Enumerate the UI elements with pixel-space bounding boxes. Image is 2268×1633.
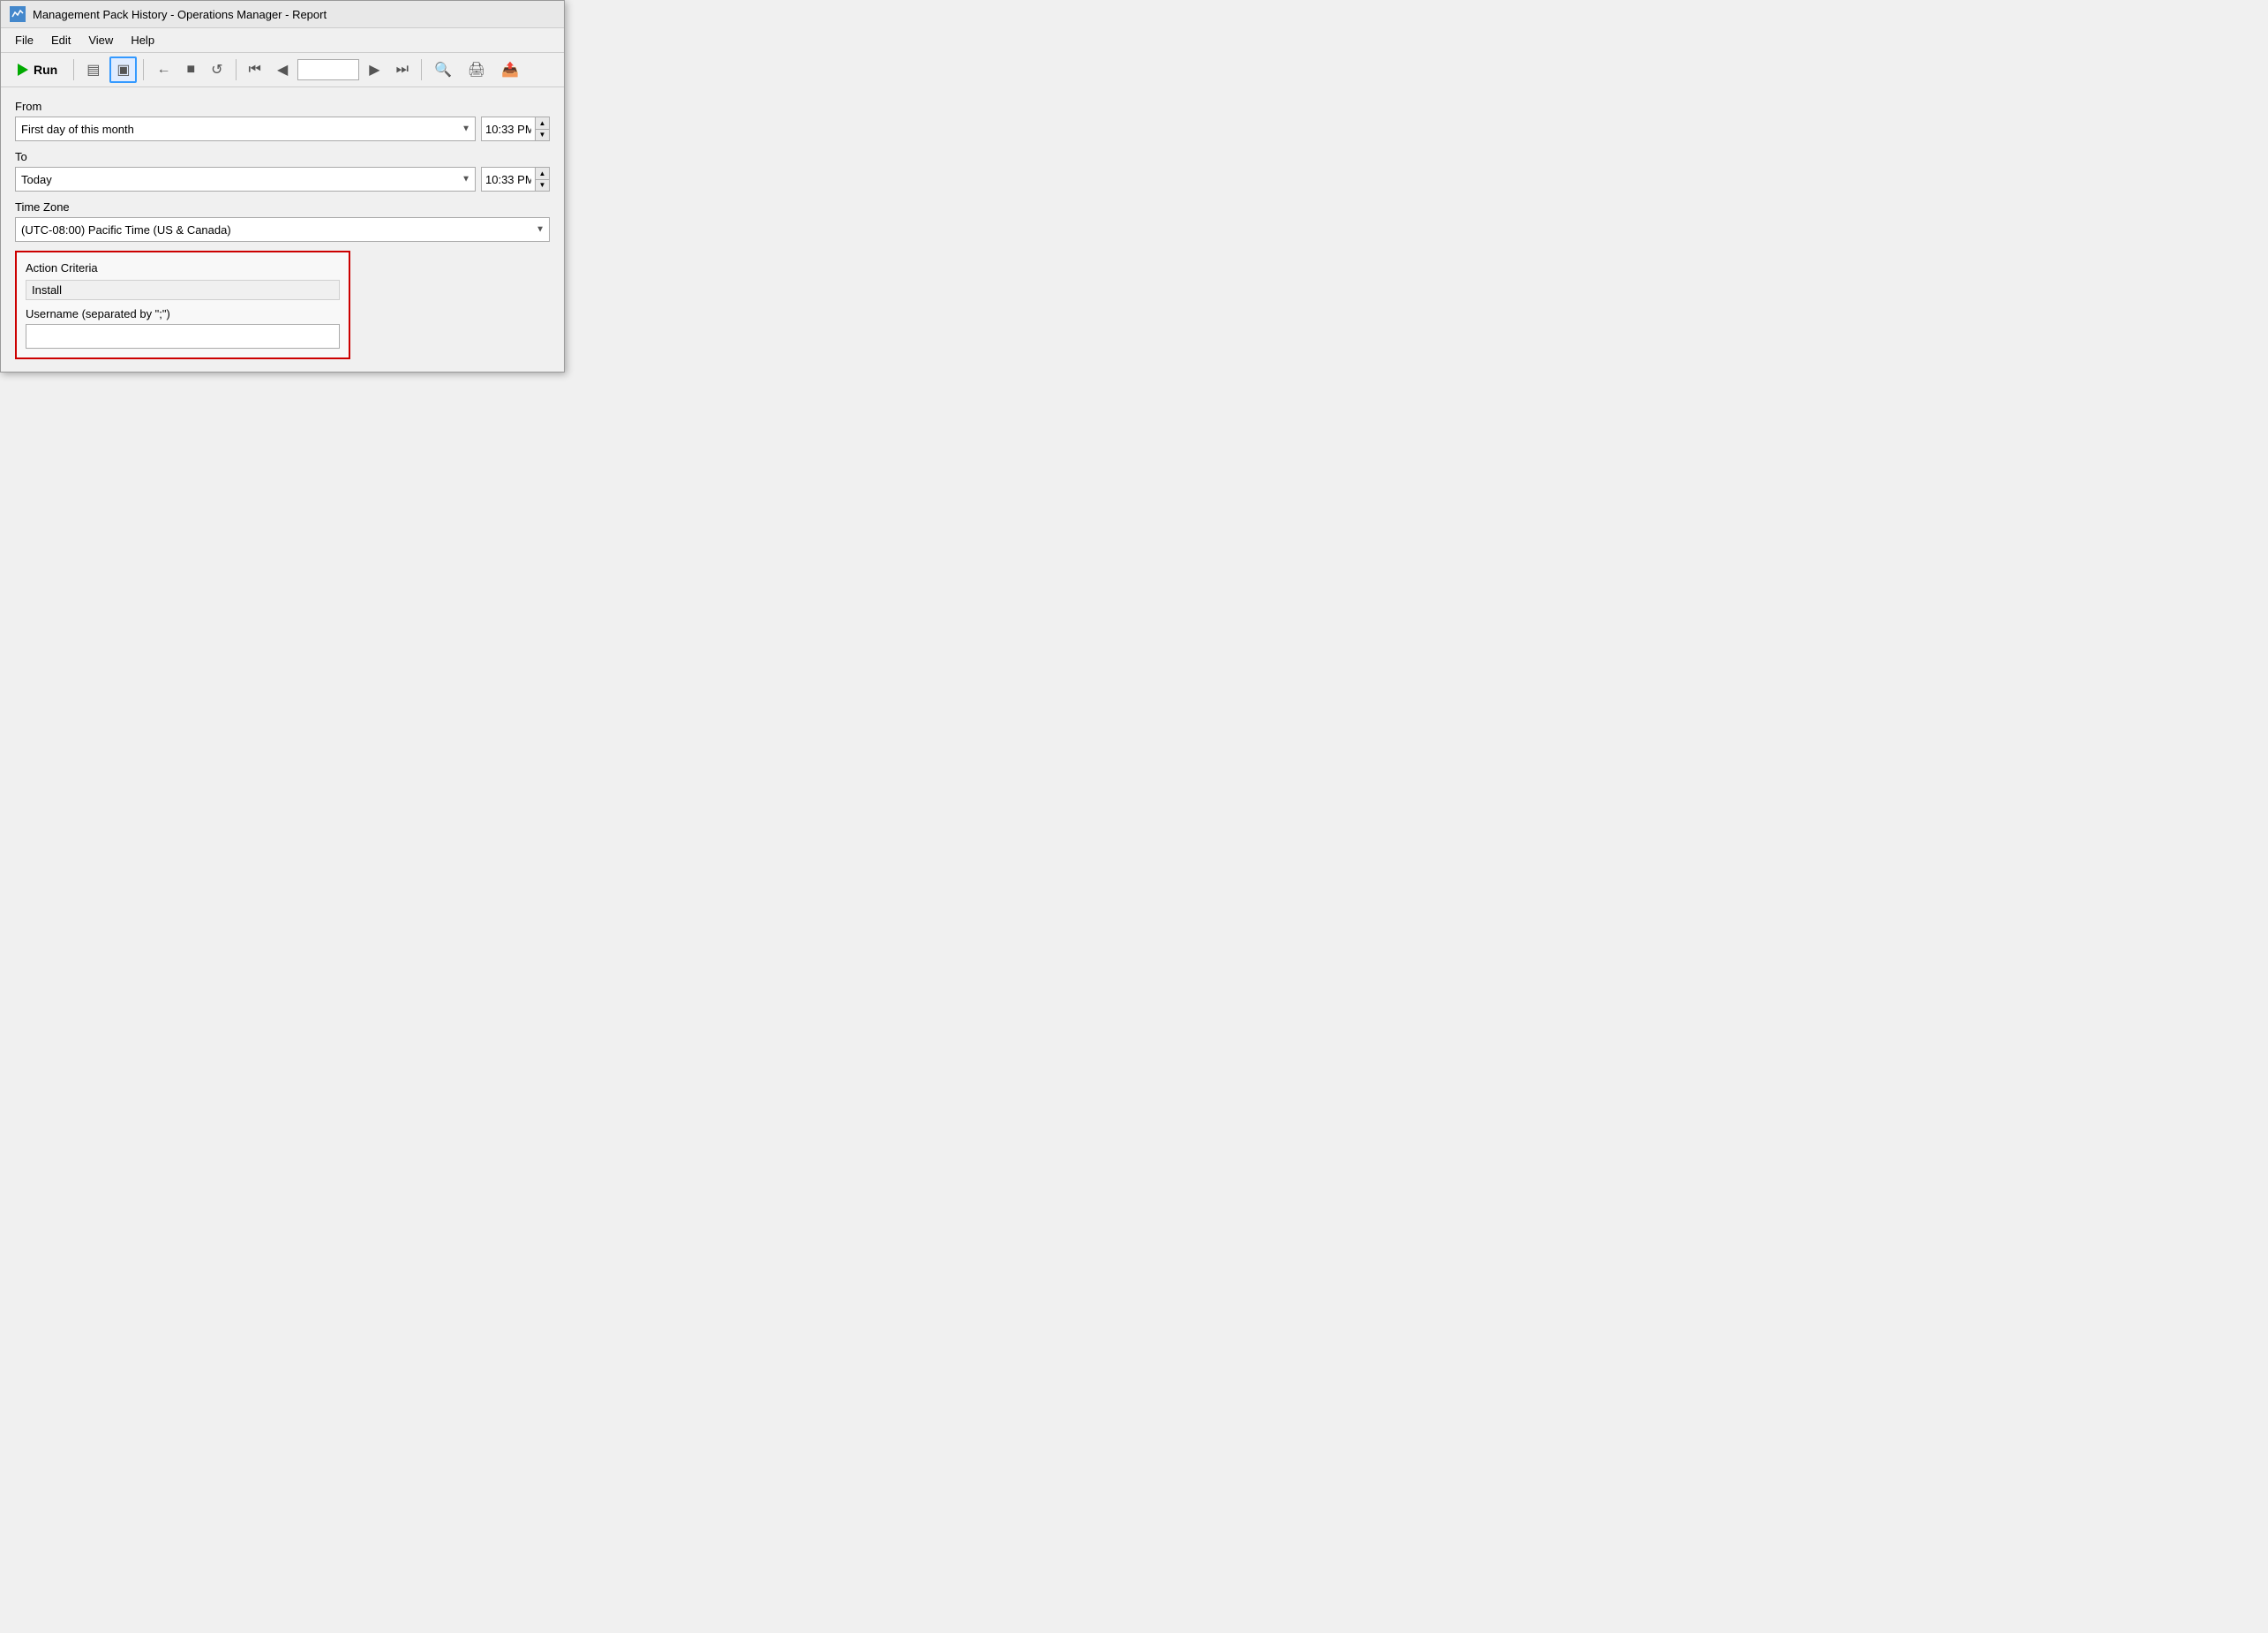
zoom-icon: 🔍: [434, 61, 452, 79]
form-content: From First day of this month ▼ ▲ ▼: [1, 87, 564, 372]
title-bar: Management Pack History - Operations Man…: [1, 1, 564, 28]
timezone-dropdown[interactable]: (UTC-08:00) Pacific Time (US & Canada): [15, 217, 550, 242]
first-page-icon: ⏮: [249, 62, 261, 78]
timezone-field-group: Time Zone (UTC-08:00) Pacific Time (US &…: [15, 200, 550, 242]
from-dropdown-wrapper: First day of this month ▼: [15, 117, 476, 141]
to-time-wrapper: ▲ ▼: [481, 167, 550, 192]
separator-1: [73, 59, 74, 80]
refresh-icon: ↺: [211, 61, 222, 79]
from-field-group: From First day of this month ▼ ▲ ▼: [15, 100, 550, 141]
timezone-label: Time Zone: [15, 200, 550, 214]
page-layout-icon: ▣: [116, 61, 130, 79]
menu-file[interactable]: File: [8, 31, 41, 49]
last-page-icon: ⏭: [396, 62, 409, 78]
refresh-btn[interactable]: ↺: [205, 57, 229, 82]
next-page-icon: ▶: [369, 61, 379, 79]
to-field-group: To Today ▼ ▲ ▼: [15, 150, 550, 192]
next-page-btn[interactable]: ▶: [363, 57, 386, 82]
export-btn[interactable]: 📤: [495, 57, 525, 82]
from-time-wrapper: ▲ ▼: [481, 117, 550, 141]
menu-edit[interactable]: Edit: [44, 31, 78, 49]
action-criteria-box: Action Criteria Install Username (separa…: [15, 251, 350, 359]
action-criteria-heading: Action Criteria: [26, 261, 340, 275]
prev-page-btn[interactable]: ◀: [271, 57, 294, 82]
main-window: Management Pack History - Operations Man…: [0, 0, 565, 373]
from-time-spinner: ▲ ▼: [535, 117, 549, 140]
from-field-row: First day of this month ▼ ▲ ▼: [15, 117, 550, 141]
run-button[interactable]: Run: [8, 59, 67, 80]
username-input[interactable]: [26, 324, 340, 349]
print-btn[interactable]: 🖨: [462, 57, 492, 82]
from-time-down-btn[interactable]: ▼: [536, 130, 549, 141]
print-icon: 🖨: [468, 61, 485, 79]
username-label: Username (separated by ";"): [26, 307, 340, 320]
from-label: From: [15, 100, 550, 113]
separator-4: [421, 59, 422, 80]
toolbar: Run ▤ ▣ ← ■ ↺ ⏮ ◀: [1, 53, 564, 87]
from-time-input[interactable]: [482, 117, 535, 140]
to-field-row: Today ▼ ▲ ▼: [15, 167, 550, 192]
prev-page-icon: ◀: [277, 61, 288, 79]
back-btn[interactable]: ←: [150, 58, 176, 81]
back-icon: ←: [156, 62, 170, 78]
to-time-spinner: ▲ ▼: [535, 168, 549, 191]
run-icon: [18, 64, 28, 76]
action-criteria-value: Install: [26, 280, 340, 300]
separator-2: [143, 59, 144, 80]
zoom-btn[interactable]: 🔍: [428, 57, 458, 82]
run-label: Run: [34, 63, 57, 77]
to-label: To: [15, 150, 550, 163]
to-dropdown[interactable]: Today: [15, 167, 476, 192]
report-view-icon: ▤: [86, 61, 100, 79]
first-page-btn[interactable]: ⏮: [243, 58, 267, 81]
to-time-down-btn[interactable]: ▼: [536, 180, 549, 192]
page-number-input[interactable]: [297, 59, 359, 80]
app-icon: [10, 6, 26, 22]
menu-bar: File Edit View Help: [1, 28, 564, 53]
page-layout-btn[interactable]: ▣: [109, 56, 137, 83]
to-dropdown-wrapper: Today ▼: [15, 167, 476, 192]
menu-view[interactable]: View: [81, 31, 120, 49]
separator-3: [236, 59, 237, 80]
to-time-up-btn[interactable]: ▲: [536, 168, 549, 180]
from-time-up-btn[interactable]: ▲: [536, 117, 549, 130]
timezone-dropdown-wrapper: (UTC-08:00) Pacific Time (US & Canada) ▼: [15, 217, 550, 242]
window-title: Management Pack History - Operations Man…: [33, 8, 327, 21]
menu-help[interactable]: Help: [124, 31, 161, 49]
export-icon: 📤: [501, 61, 519, 79]
last-page-btn[interactable]: ⏭: [390, 58, 415, 81]
report-view-btn[interactable]: ▤: [80, 57, 106, 82]
stop-btn[interactable]: ■: [180, 58, 201, 81]
from-dropdown[interactable]: First day of this month: [15, 117, 476, 141]
stop-icon: ■: [186, 62, 195, 78]
to-time-input[interactable]: [482, 168, 535, 191]
